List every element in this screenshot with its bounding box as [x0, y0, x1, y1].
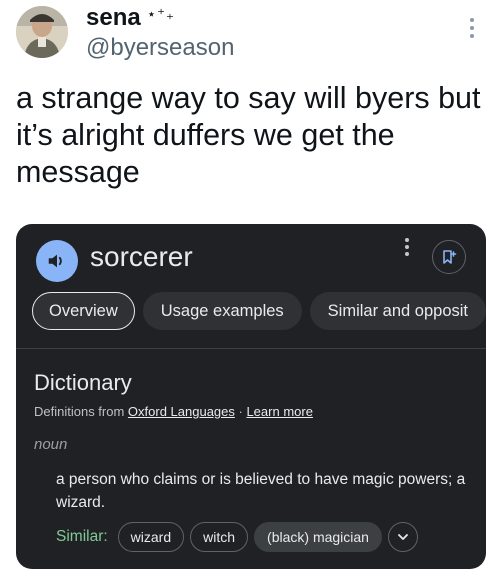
similar-label: Similar: [56, 528, 108, 545]
dictionary-card-image[interactable]: sorcerer Overview Usage examples Similar… [16, 224, 486, 569]
definition: a person who claims or is believed to ha… [56, 471, 466, 511]
learn-more-link: Learn more [246, 404, 313, 419]
dictionary-tabs: Overview Usage examples Similar and oppo… [32, 292, 486, 330]
avatar-photo [16, 6, 68, 58]
save-icon [432, 240, 466, 274]
name-decoration: ⋆⁺₊ [146, 6, 175, 23]
tweet-text: a strange way to say will byers but it’s… [16, 81, 481, 189]
tab-similar-opposite: Similar and opposit [309, 292, 486, 330]
more-icon[interactable] [464, 14, 480, 42]
similar-chip-wizard: wizard [117, 522, 185, 552]
tab-usage-examples: Usage examples [142, 292, 302, 330]
similar-chip-black-magician: (black) magician [254, 522, 382, 552]
section-title: Dictionary [34, 370, 132, 395]
display-name[interactable]: sena [86, 4, 141, 32]
part-of-speech: noun [34, 436, 68, 453]
source-line: Definitions from Oxford Languages · Lear… [34, 404, 313, 419]
author-name-row[interactable]: sena ⋆⁺₊ [86, 4, 175, 32]
similar-chip-witch: witch [190, 522, 249, 552]
dictionary-word: sorcerer [90, 241, 193, 272]
kebab-menu-icon [402, 238, 412, 262]
chevron-down-icon [387, 522, 418, 552]
source-link: Oxford Languages [127, 404, 235, 419]
divider [16, 348, 486, 349]
similar-row: Similar: wizard witch (black) magician [56, 522, 418, 552]
separator: · [234, 404, 247, 419]
avatar[interactable] [16, 6, 68, 58]
speaker-icon [36, 240, 78, 282]
user-handle[interactable]: @byerseason [86, 34, 234, 62]
source-prefix: Definitions from [34, 404, 128, 419]
tab-overview: Overview [32, 292, 135, 330]
